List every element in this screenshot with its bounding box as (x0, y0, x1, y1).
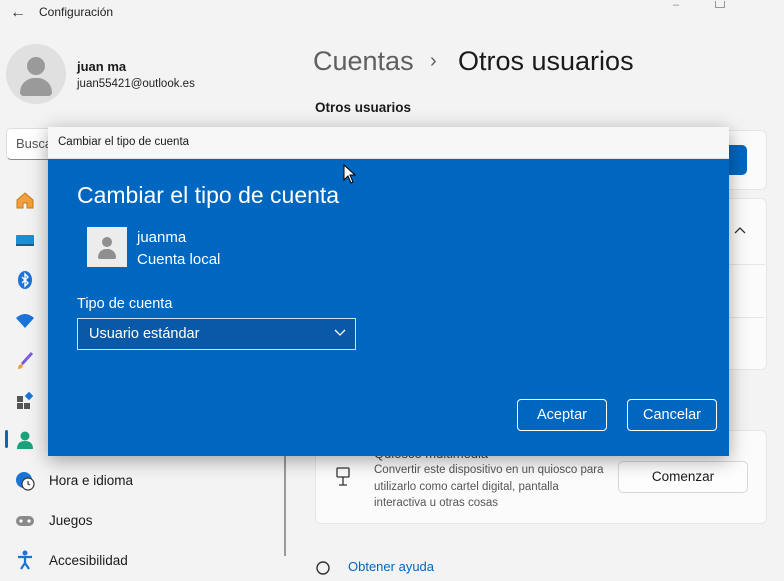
selection-indicator (5, 430, 8, 448)
accept-button[interactable]: Aceptar (517, 399, 607, 431)
section-title: Otros usuarios (315, 100, 412, 115)
cancel-button[interactable]: Cancelar (627, 399, 717, 431)
divider (729, 264, 765, 265)
brush-icon[interactable] (14, 350, 36, 372)
window-title: Configuración (39, 5, 114, 19)
home-icon[interactable] (14, 189, 36, 211)
start-kiosk-button[interactable]: Comenzar (618, 461, 748, 493)
maximize-button[interactable] (706, 0, 734, 12)
breadcrumb-parent[interactable]: Cuentas (313, 46, 414, 77)
kiosk-description: Convertir este dispositivo en un quiosco… (374, 464, 604, 509)
breadcrumb-separator: › (430, 50, 437, 72)
sidebar-item-accesibilidad[interactable]: Accesibilidad (49, 553, 128, 568)
globe-clock-icon[interactable] (14, 470, 36, 492)
gamepad-icon[interactable] (14, 510, 36, 532)
sidebar-item-juegos[interactable]: Juegos (49, 513, 93, 528)
dialog-window-title: Cambiar el tipo de cuenta (58, 136, 190, 148)
chevron-down-icon (334, 325, 346, 337)
chevron-up-icon[interactable] (733, 224, 747, 238)
accounts-icon[interactable] (14, 429, 36, 451)
help-link[interactable]: Obtener ayuda (348, 559, 434, 574)
bluetooth-icon[interactable] (14, 269, 36, 291)
avatar (6, 44, 66, 104)
dialog-heading: Cambiar el tipo de cuenta (77, 182, 340, 208)
minimize-button[interactable]: – (662, 0, 690, 12)
maximize-icon (715, 1, 725, 8)
divider (729, 317, 765, 318)
page-title: Otros usuarios (458, 46, 634, 76)
change-account-type-dialog: Cambiar el tipo de cuenta Cambiar el tip… (48, 127, 729, 456)
dialog-user-name: juanma (137, 229, 187, 246)
profile-name: juan ma (77, 59, 127, 74)
apps-icon[interactable] (14, 390, 36, 412)
account-type-value: Usuario estándar (89, 326, 200, 342)
arrow-left-icon: ← (10, 4, 26, 21)
dialog-title-bar: Cambiar el tipo de cuenta (48, 127, 729, 159)
account-type-select[interactable]: Usuario estándar (77, 318, 356, 350)
mouse-cursor-icon (343, 163, 357, 184)
search-placeholder: Busca (16, 136, 53, 151)
kiosk-icon (333, 466, 355, 488)
sidebar-item-hora-e-idioma[interactable]: Hora e idioma (49, 473, 133, 488)
dialog-avatar (87, 227, 127, 267)
scrollbar[interactable] (284, 456, 286, 556)
wifi-icon[interactable] (14, 310, 36, 332)
system-icon[interactable] (14, 230, 36, 252)
account-type-label: Tipo de cuenta (77, 296, 173, 312)
profile-email: juan55421@outlook.es (77, 78, 195, 90)
help-icon (315, 560, 331, 576)
dialog-account-kind: Cuenta local (137, 251, 221, 268)
back-button[interactable]: ← (6, 3, 30, 23)
